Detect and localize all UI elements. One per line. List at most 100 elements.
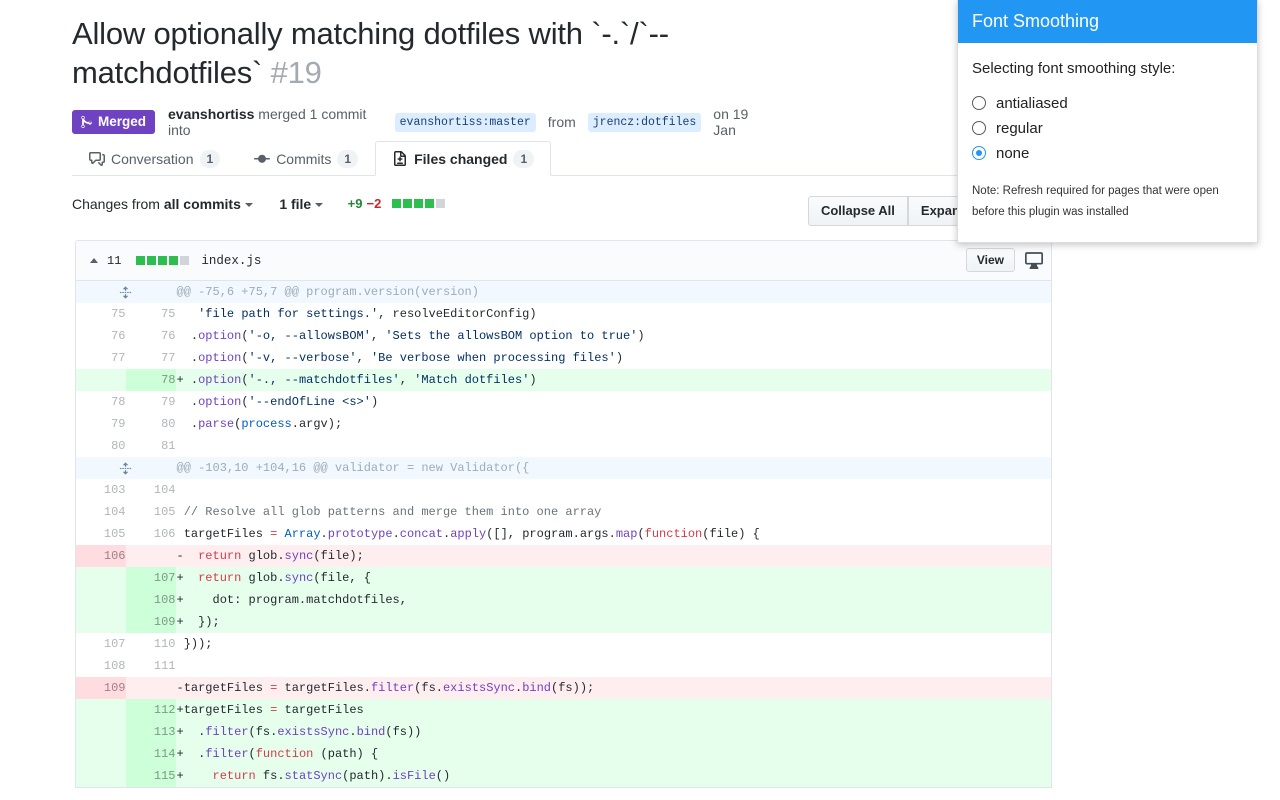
popup-note-line1: Note: Refresh required for pages that we… [972,185,1219,197]
old-line-number [76,699,126,721]
old-line-number: 109 [76,677,126,699]
diff-code-cell [176,479,1051,501]
hunk-header-text: @@ -103,10 +104,16 @@ validator = new Va… [176,457,1051,479]
tab-conversation[interactable]: Conversation 1 [72,141,237,176]
unfold-icon[interactable] [76,281,176,303]
hunk-expand-cell[interactable] [76,457,176,479]
file-changes-count: 11 [107,253,122,268]
radio-option-none[interactable]: none [972,141,1243,165]
diff-stat: +9 −2 [348,196,447,211]
diff-row-add: 112 +targetFiles = targetFiles [76,699,1051,721]
diff-row-ctx: 77 77 .option('-v, --verbose', 'Be verbos… [76,347,1051,369]
new-line-number: 77 [126,347,176,369]
device-desktop-icon[interactable] [1025,248,1043,272]
old-line-number: 108 [76,655,126,677]
diff-row-hunk: @@ -103,10 +104,16 @@ validator = new Va… [76,457,1051,479]
deletions-count: −2 [366,196,382,211]
diff-table: @@ -75,6 +75,7 @@ program.version(versio… [76,281,1051,787]
old-line-number: 75 [76,303,126,325]
old-line-number [76,611,126,633]
radio-icon[interactable] [972,96,986,110]
tab-commits[interactable]: Commits 1 [237,141,375,176]
changes-from-dropdown[interactable]: Changes from all commits [72,196,253,212]
radio-icon[interactable] [972,121,986,135]
new-line-number [126,677,176,699]
head-branch-label[interactable]: jrencz:dotfiles [587,112,702,132]
pr-meta: Merged evanshortiss merged 1 commit into… [72,106,772,138]
diff-code-cell: .option('-v, --verbose', 'Be verbose whe… [176,351,624,365]
view-file-button[interactable]: View [965,248,1015,272]
new-line-number: 76 [126,325,176,347]
new-line-number: 114 [126,743,176,765]
diff-row-del: 109 -targetFiles = targetFiles.filter(fs.… [76,677,1051,699]
diff-toolbar: Changes from all commits 1 file +9 −2 Col… [72,196,1052,226]
diff-row-ctx: 79 80 .parse(process.argv); [76,413,1051,435]
radio-icon-selected[interactable] [972,146,986,160]
collapse-triangle-icon[interactable] [90,258,98,263]
radio-option-antialiased[interactable]: antialiased [972,91,1243,115]
tab-files-changed[interactable]: Files changed 1 [375,141,552,176]
diff-code-cell: +targetFiles = targetFiles [176,699,1051,721]
status-badge-label: Merged [98,114,147,130]
tab-commits-label: Commits [276,151,332,167]
pr-title-line2: matchdotfiles` [72,55,263,91]
file-path[interactable]: index.js [201,254,261,268]
old-line-number: 77 [76,347,126,369]
pr-tab-bar: Conversation 1 Commits 1 Files changed 1 [72,140,1032,176]
hunk-expand-cell[interactable] [76,281,176,303]
diff-row-add: 115 + return fs.statSync(path).isFile() [76,765,1051,787]
old-line-number: 76 [76,325,126,347]
diff-code-cell [176,655,1051,677]
diff-row-ctx: 104 105 // Resolve all glob patterns and … [76,501,1051,523]
file-diff-actions: View [965,248,1043,272]
popup-title: Font Smoothing [972,11,1100,31]
popup-note-line2: before this plugin was installed [972,206,1129,219]
collapse-all-button[interactable]: Collapse All [807,196,908,226]
diff-row-ctx: 103 104 [76,479,1051,501]
diff-code-cell: + return fs.statSync(path).isFile() [176,765,1051,787]
old-line-number: 104 [76,501,126,523]
comment-discussion-icon [89,151,105,167]
diff-row-ctx: 108 111 [76,655,1051,677]
diff-code-cell: -targetFiles = targetFiles.filter(fs.exi… [176,677,1051,699]
file-filter-dropdown[interactable]: 1 file [279,196,324,212]
diff-code-cell: + dot: program.matchdotfiles, [176,589,1051,611]
diff-code-cell: targetFiles = Array.prototype.concat.app… [176,527,760,541]
new-line-number: 78 [126,369,176,391]
new-line-number: 81 [126,435,176,457]
radio-label-regular: regular [996,119,1043,137]
chevron-down-icon [244,203,253,207]
old-line-number [76,369,126,391]
diff-row-ctx: 75 75 'file path for settings.', resolveE… [76,303,1051,325]
old-line-number: 107 [76,633,126,655]
changes-from-prefix: Changes from [72,196,160,212]
merged-by-user[interactable]: evanshortiss [168,106,254,122]
popup-note: Note: Refresh required for pages that we… [972,181,1243,224]
diff-code-cell: .option('-o, --allowsBOM', 'Sets the all… [176,329,645,343]
old-line-number: 78 [76,391,126,413]
diff-code-cell: - return glob.sync(file); [176,545,1051,567]
new-line-number: 75 [126,303,176,325]
git-merge-icon [80,115,93,129]
popup-title-bar: Font Smoothing [958,0,1257,43]
diff-row-add: 78 + .option('-., --matchdotfiles', 'Matc… [76,369,1051,391]
diff-file-icon [392,150,408,167]
new-line-number: 80 [126,413,176,435]
diff-code-cell: + .option('-., --matchdotfiles', 'Match … [176,369,1051,391]
new-line-number: 79 [126,391,176,413]
diff-code-cell: + return glob.sync(file, { [176,567,1051,589]
old-line-number: 105 [76,523,126,545]
old-line-number [76,589,126,611]
file-diff-container: 11 index.js View @@ -75,6 +75,7 @@ progr… [75,240,1052,788]
radio-option-regular[interactable]: regular [972,116,1243,140]
new-line-number: 109 [126,611,176,633]
diff-row-ctx: 105 106 targetFiles = Array.prototype.con… [76,523,1051,545]
base-branch-label[interactable]: evanshortiss:master [394,112,536,132]
pull-request-page: Allow optionally matching dotfiles with … [0,0,1280,800]
page-title: Allow optionally matching dotfiles with … [72,14,772,92]
diff-row-add: 107 + return glob.sync(file, { [76,567,1051,589]
diff-code-cell: + .filter(function (path) { [176,743,1051,765]
diff-row-ctx: 76 76 .option('-o, --allowsBOM', 'Sets th… [76,325,1051,347]
popup-body: Selecting font smoothing style: antialia… [958,43,1257,224]
unfold-icon[interactable] [76,457,176,479]
